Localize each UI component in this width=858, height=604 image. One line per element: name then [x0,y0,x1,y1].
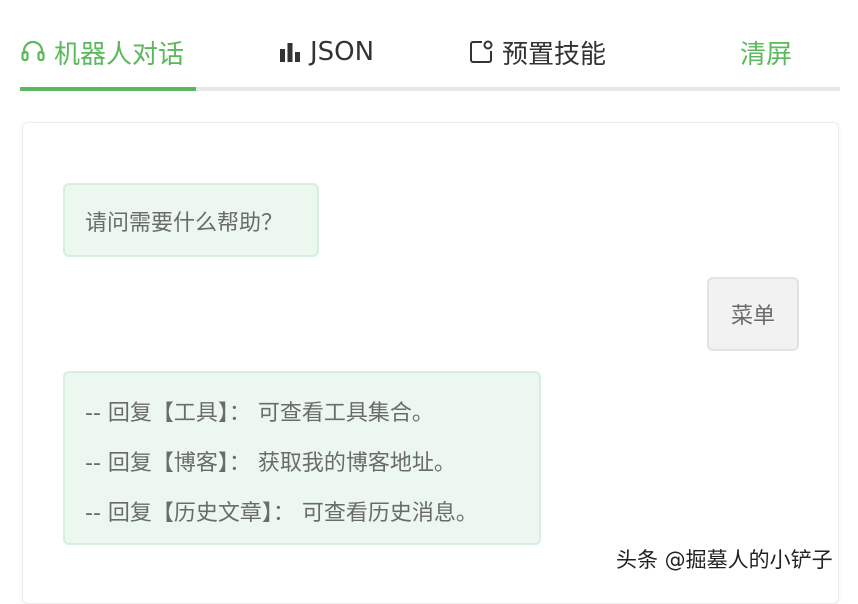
bot-message-menu: -- 回复【工具】： 可查看工具集合。 -- 回复【博客】： 获取我的博客地址。… [63,371,541,545]
greeting-text: 请问需要什么帮助？ [85,211,284,236]
active-tab-indicator [20,87,196,91]
bar-chart-icon [278,40,302,64]
user-message: 菜单 [707,277,799,351]
clear-screen-button[interactable]: 清屏 [740,30,792,74]
bot-message-greeting: 请问需要什么帮助？ [63,183,319,257]
tab-skills-label: 预置技能 [502,39,607,70]
user-message-text: 菜单 [730,304,775,329]
tab-skills[interactable]: 预置技能 [468,30,606,74]
menu-line-history: -- 回复【历史文章】： 可查看历史消息。 [85,501,478,526]
chat-panel: 请问需要什么帮助？ 菜单 -- 回复【工具】： 可查看工具集合。 -- 回复【博… [22,122,839,604]
menu-line-tools: -- 回复【工具】： 可查看工具集合。 [85,401,434,426]
tab-json-label: JSON [310,37,375,67]
watermark: 头条 @掘墓人的小铲子 [616,548,833,572]
app-badge-icon [468,39,494,65]
tab-bar: 机器人对话 JSON 预置技能 清屏 [20,0,840,92]
headset-icon [20,39,46,65]
tab-json[interactable]: JSON [278,30,374,74]
tab-robot-label: 机器人对话 [54,39,185,70]
menu-line-blog: -- 回复【博客】： 获取我的博客地址。 [85,451,456,476]
tab-robot-chat[interactable]: 机器人对话 [20,30,184,74]
